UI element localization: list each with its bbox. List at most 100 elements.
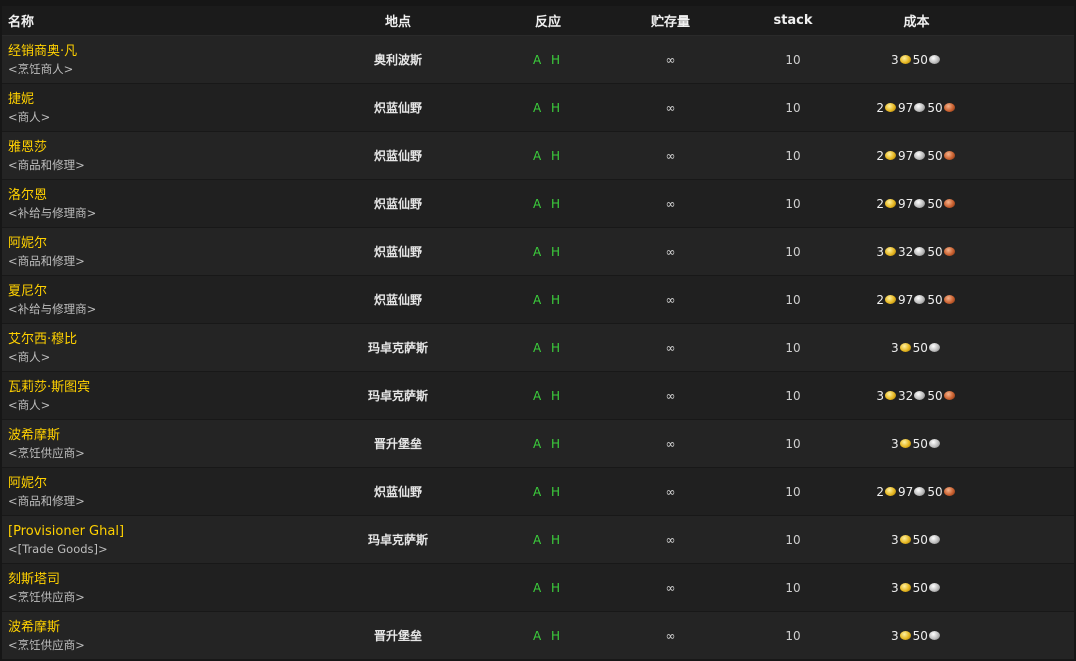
- header-name[interactable]: 名称: [2, 11, 308, 30]
- gold-amount: 2: [876, 100, 885, 115]
- reaction-indicator: A H: [532, 436, 564, 451]
- location-link[interactable]: 炽蓝仙野: [308, 147, 488, 164]
- reaction-indicator: A H: [532, 52, 564, 67]
- header-stack[interactable]: stack: [733, 13, 853, 28]
- location-link[interactable]: 玛卓克萨斯: [308, 339, 488, 356]
- gold-coin-icon: [885, 295, 897, 304]
- gold-coin-icon: [885, 247, 897, 256]
- npc-name-link[interactable]: 经销商奥·凡: [8, 43, 308, 61]
- silver-amount: 50: [912, 436, 928, 451]
- silver-coin-icon: [914, 247, 926, 256]
- copper-coin-icon: [943, 199, 955, 208]
- npc-cell: 瓦莉莎·斯图宾 <商人>: [2, 379, 308, 413]
- npc-name-link[interactable]: 捷妮: [8, 91, 308, 109]
- silver-amount: 50: [912, 628, 928, 643]
- reaction-indicator: A H: [532, 148, 564, 163]
- stock-value: ∞: [665, 532, 676, 547]
- gold-coin-icon: [885, 103, 897, 112]
- header-location[interactable]: 地点: [308, 11, 488, 30]
- location-link[interactable]: 炽蓝仙野: [308, 195, 488, 212]
- location-link[interactable]: 炽蓝仙野: [308, 243, 488, 260]
- npc-name-link[interactable]: 阿妮尔: [8, 475, 308, 493]
- silver-coin-icon: [928, 535, 940, 544]
- npc-name-link[interactable]: 波希摩斯: [8, 427, 308, 445]
- stack-value: 10: [785, 244, 801, 259]
- location-link[interactable]: 炽蓝仙野: [308, 99, 488, 116]
- gold-coin-icon: [899, 583, 911, 592]
- header-cost[interactable]: 成本: [853, 11, 980, 30]
- stack-value: 10: [785, 532, 801, 547]
- cost-value: 2 97 50: [853, 197, 980, 211]
- silver-coin-icon: [914, 391, 926, 400]
- npc-subtitle: <商品和修理>: [8, 493, 85, 508]
- gold-amount: 3: [891, 52, 899, 67]
- location-link[interactable]: 玛卓克萨斯: [308, 531, 488, 548]
- stack-value: 10: [785, 580, 801, 595]
- gold-amount: 2: [876, 148, 885, 163]
- table-header: 名称 地点 反应 贮存量 stack 成本: [2, 6, 1074, 36]
- table-row: 艾尔西·穆比 <商人> 玛卓克萨斯 A H ∞ 10 3 50: [2, 324, 1074, 372]
- stock-value: ∞: [665, 196, 676, 211]
- npc-subtitle: <商人>: [8, 397, 51, 412]
- npc-name-link[interactable]: [Provisioner Ghal]: [8, 523, 308, 541]
- silver-coin-icon: [914, 199, 926, 208]
- npc-name-link[interactable]: 瓦莉莎·斯图宾: [8, 379, 308, 397]
- npc-name-link[interactable]: 雅恩莎: [8, 139, 308, 157]
- silver-coin-icon: [928, 343, 940, 352]
- gold-coin-icon: [899, 439, 911, 448]
- npc-subtitle: <烹饪商人>: [8, 61, 74, 76]
- stack-value: 10: [785, 100, 801, 115]
- silver-amount: 50: [912, 340, 928, 355]
- copper-amount: 50: [927, 244, 943, 259]
- silver-coin-icon: [914, 487, 926, 496]
- table-row: 阿妮尔 <商品和修理> 炽蓝仙野 A H ∞ 10 2 97 50: [2, 468, 1074, 516]
- stock-value: ∞: [665, 484, 676, 499]
- npc-subtitle: <商品和修理>: [8, 253, 85, 268]
- npc-name-link[interactable]: 艾尔西·穆比: [8, 331, 308, 349]
- cost-value: 2 97 50: [853, 149, 980, 163]
- location-link[interactable]: 晋升堡垒: [308, 435, 488, 452]
- copper-amount: 50: [927, 292, 943, 307]
- gold-coin-icon: [885, 487, 897, 496]
- table-row: 刻斯塔司 <烹饪供应商> A H ∞ 10 3 50: [2, 564, 1074, 612]
- npc-name-link[interactable]: 洛尔恩: [8, 187, 308, 205]
- stock-value: ∞: [665, 436, 676, 451]
- silver-amount: 97: [898, 100, 914, 115]
- copper-amount: 50: [927, 100, 943, 115]
- silver-amount: 50: [912, 532, 928, 547]
- cost-value: 3 50: [853, 341, 980, 355]
- gold-coin-icon: [885, 391, 897, 400]
- npc-cell: 波希摩斯 <烹饪供应商>: [2, 427, 308, 461]
- npc-subtitle: <商人>: [8, 349, 51, 364]
- npc-subtitle: <补给与修理商>: [8, 301, 97, 316]
- npc-name-link[interactable]: 夏尼尔: [8, 283, 308, 301]
- table-row: 捷妮 <商人> 炽蓝仙野 A H ∞ 10 2 97 50: [2, 84, 1074, 132]
- gold-coin-icon: [899, 55, 911, 64]
- reaction-indicator: A H: [532, 100, 564, 115]
- stock-value: ∞: [665, 340, 676, 355]
- cost-value: 2 97 50: [853, 485, 980, 499]
- stock-value: ∞: [665, 244, 676, 259]
- location-link[interactable]: 炽蓝仙野: [308, 291, 488, 308]
- location-link[interactable]: 奥利波斯: [308, 51, 488, 68]
- header-react[interactable]: 反应: [488, 11, 608, 30]
- npc-name-link[interactable]: 波希摩斯: [8, 619, 308, 637]
- table-row: 波希摩斯 <烹饪供应商> 晋升堡垒 A H ∞ 10 3 50: [2, 612, 1074, 660]
- location-link[interactable]: 晋升堡垒: [308, 627, 488, 644]
- cost-value: 3 32 50: [853, 245, 980, 259]
- stack-value: 10: [785, 388, 801, 403]
- npc-name-link[interactable]: 阿妮尔: [8, 235, 308, 253]
- npc-name-link[interactable]: 刻斯塔司: [8, 571, 308, 589]
- gold-amount: 3: [891, 340, 899, 355]
- npc-cell: 夏尼尔 <补给与修理商>: [2, 283, 308, 317]
- cost-value: 3 32 50: [853, 389, 980, 403]
- npc-cell: 刻斯塔司 <烹饪供应商>: [2, 571, 308, 605]
- silver-coin-icon: [928, 439, 940, 448]
- header-stock[interactable]: 贮存量: [608, 11, 733, 30]
- location-link[interactable]: 炽蓝仙野: [308, 483, 488, 500]
- gold-amount: 2: [876, 484, 885, 499]
- copper-amount: 50: [927, 148, 943, 163]
- npc-cell: 经销商奥·凡 <烹饪商人>: [2, 43, 308, 77]
- gold-amount: 3: [891, 580, 899, 595]
- location-link[interactable]: 玛卓克萨斯: [308, 387, 488, 404]
